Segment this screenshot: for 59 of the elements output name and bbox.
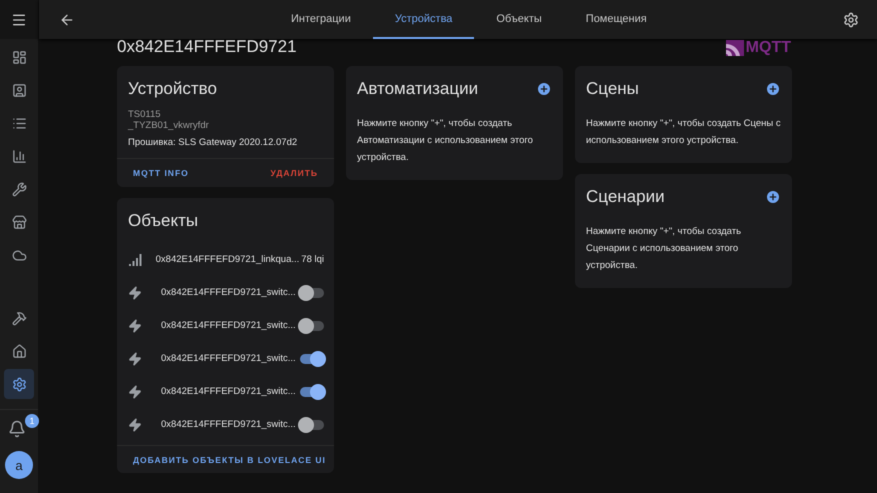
back-icon[interactable] [59,12,75,28]
add-icon[interactable] [765,81,781,97]
card-title: Объекты [128,211,198,231]
store-icon [12,214,26,230]
tab[interactable]: Объекты [474,0,564,39]
toggle-switch[interactable] [300,320,324,330]
device-model: TS0115 [128,109,162,120]
sidebar-item[interactable] [4,369,34,399]
notifications-icon[interactable] [8,420,26,438]
wrench-icon [12,182,26,196]
bar-chart-icon [12,148,26,164]
notification-count: 1 [25,414,39,428]
add-icon[interactable] [765,189,781,205]
lightning-icon [128,286,142,300]
tab[interactable]: Помещения [564,0,669,39]
home-icon [12,344,26,358]
logo-waves-icon [726,40,744,56]
entity-name[interactable]: 0x842E14FFFEFD9721_switc... [161,386,300,397]
settings-icon[interactable] [843,12,859,28]
device-manufacturer: _TYZB01_vkwryfdr [128,120,210,131]
lightning-icon [128,384,142,398]
lightning-icon [128,318,142,332]
toggle-switch[interactable] [300,420,324,430]
card-title: Сцены [586,79,639,99]
entity-name[interactable]: 0x842E14FFFEFD9721_switc... [161,320,300,331]
mqtt-info-button[interactable]: MQTT INFO [123,164,199,182]
card-title: Устройство [128,79,217,99]
lightning-icon [128,418,142,432]
card-description: Нажмите кнопку "+", чтобы создать Сцены с использованием этого устройства. [585,117,782,148]
lightning-icon [128,352,142,366]
device-title: 0x842E14FFFEFD9721 [117,37,297,57]
hammer-icon [12,310,26,326]
menu-icon[interactable] [11,12,27,28]
entity-name[interactable]: 0x842E14FFFEFD9721_linkqua... [156,254,300,265]
card-title: Автоматизации [357,79,478,99]
entity-name[interactable]: 0x842E14FFFEFD9721_switc... [161,419,300,430]
tab[interactable]: Устройства [372,0,474,39]
card-description: Нажмите кнопку "+", чтобы создать Сценарии с использованием этого устройства. [585,225,742,273]
delete-button[interactable]: УДАЛИТЬ [260,164,328,182]
list-icon [12,116,26,130]
person-card-icon [12,82,26,98]
logo-text: MQTT [746,39,791,57]
user-avatar[interactable]: a [5,451,33,479]
cloud-icon [12,248,26,262]
toggle-switch[interactable] [300,354,324,364]
add-icon[interactable] [536,81,552,97]
firmware-text: Прошивка: SLS Gateway 2020.12.07d2 [128,137,298,148]
entity-state: 78 lqi [301,254,324,265]
entity-name[interactable]: 0x842E14FFFEFD9721_switc... [161,287,300,298]
card-title: Сценарии [586,187,665,207]
card-description: Нажмите кнопку "+", чтобы создать Автоматизации с использованием этого устройства. [356,117,534,165]
add-to-lovelace-button[interactable]: ДОБАВИТЬ ОБЪЕКТЫ В LOVELACE UI [123,451,336,469]
toggle-switch[interactable] [300,386,324,396]
tab[interactable]: Интеграции [269,0,373,39]
toggle-switch[interactable] [300,288,324,298]
settings-icon [12,376,26,392]
signal-icon [128,252,142,266]
entity-name[interactable]: 0x842E14FFFEFD9721_switc... [161,353,300,364]
dashboard-icon [12,50,26,64]
